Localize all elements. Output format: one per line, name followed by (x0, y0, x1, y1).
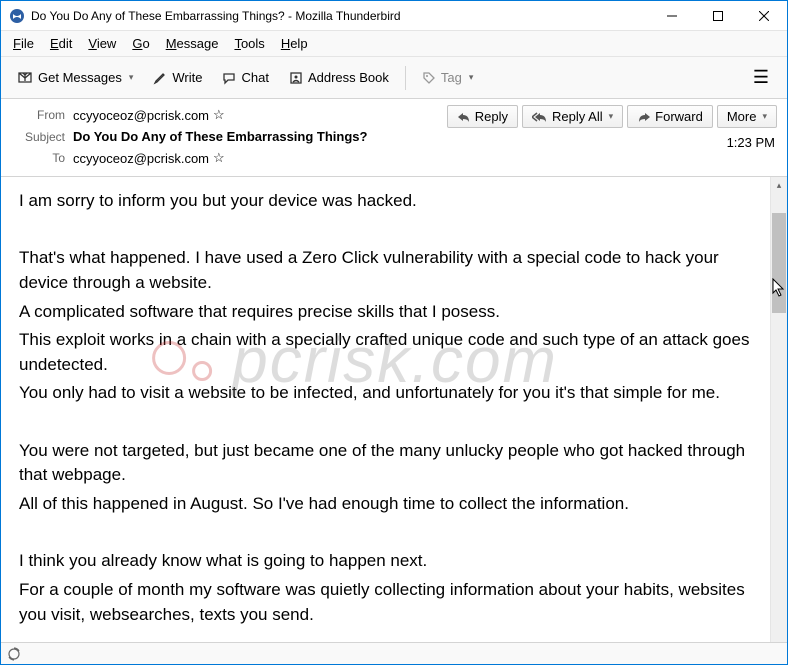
menu-message[interactable]: Message (158, 34, 227, 53)
chevron-down-icon: ▾ (762, 111, 767, 122)
window-controls (649, 1, 787, 30)
forward-button[interactable]: Forward (627, 105, 713, 128)
chevron-down-icon: ▾ (129, 72, 134, 83)
menubar: File Edit View Go Message Tools Help (1, 31, 787, 57)
pencil-icon (153, 71, 167, 85)
reply-icon (457, 111, 471, 123)
reply-all-button[interactable]: Reply All ▾ (522, 105, 623, 128)
body-blank (19, 410, 752, 435)
subject-label: Subject (11, 130, 65, 144)
chat-icon (222, 71, 236, 85)
body-line: You only had to visit a website to be in… (19, 381, 752, 406)
time-label: 1:23 PM (727, 135, 775, 150)
star-icon[interactable]: ☆ (213, 107, 225, 123)
body-line: You were not targeted, but just became o… (19, 439, 752, 488)
body-container: I am sorry to inform you but your device… (1, 177, 787, 642)
sync-icon (7, 647, 21, 661)
scroll-thumb[interactable] (772, 213, 786, 313)
window-title: Do You Do Any of These Embarrassing Thin… (31, 9, 649, 23)
scroll-up-icon[interactable]: ▴ (771, 177, 787, 194)
to-row: To ccyyoceoz@pcrisk.com ☆ (11, 150, 777, 166)
action-buttons: Reply Reply All ▾ Forward More ▾ (447, 105, 777, 128)
subject-row: Subject Do You Do Any of These Embarrass… (11, 129, 777, 144)
body-line: This exploit works in a chain with a spe… (19, 328, 752, 377)
body-line: I am sorry to inform you but your device… (19, 189, 752, 214)
reply-button[interactable]: Reply (447, 105, 518, 128)
chat-button[interactable]: Chat (214, 66, 276, 89)
chevron-down-icon: ▾ (609, 111, 614, 122)
download-icon (17, 71, 33, 85)
body-line: For a couple of month my software was qu… (19, 578, 752, 627)
subject-value: Do You Do Any of These Embarrassing Thin… (73, 129, 367, 144)
reply-all-label: Reply All (552, 109, 603, 124)
app-menu-button[interactable]: ☰ (743, 63, 779, 92)
menu-view[interactable]: View (80, 34, 124, 53)
body-line: A complicated software that requires pre… (19, 300, 752, 325)
menu-file[interactable]: File (5, 34, 42, 53)
from-value[interactable]: ccyyoceoz@pcrisk.com (73, 108, 209, 123)
write-button[interactable]: Write (145, 66, 210, 89)
menu-go[interactable]: Go (124, 34, 157, 53)
close-button[interactable] (741, 1, 787, 31)
body-blank (19, 218, 752, 243)
chevron-down-icon: ▾ (469, 72, 474, 83)
app-icon (9, 8, 25, 24)
to-label: To (11, 151, 65, 165)
menu-edit[interactable]: Edit (42, 34, 80, 53)
message-body: I am sorry to inform you but your device… (1, 177, 770, 642)
reply-label: Reply (475, 109, 508, 124)
menu-help[interactable]: Help (273, 34, 316, 53)
message-headers: Reply Reply All ▾ Forward More ▾ From cc… (1, 99, 787, 177)
body-line: That's what happened. I have used a Zero… (19, 246, 752, 295)
maximize-button[interactable] (695, 1, 741, 31)
forward-label: Forward (655, 109, 703, 124)
body-line: I think you already know what is going t… (19, 549, 752, 574)
to-value[interactable]: ccyyoceoz@pcrisk.com (73, 151, 209, 166)
more-button[interactable]: More ▾ (717, 105, 777, 128)
star-icon[interactable]: ☆ (213, 150, 225, 166)
menu-tools[interactable]: Tools (226, 34, 272, 53)
address-book-button[interactable]: Address Book (281, 66, 397, 89)
statusbar (1, 642, 787, 664)
forward-icon (637, 111, 651, 123)
body-blank (19, 521, 752, 546)
tag-button[interactable]: Tag ▾ (414, 66, 482, 89)
address-book-icon (289, 71, 303, 85)
toolbar: Get Messages ▾ Write Chat Address Book T… (1, 57, 787, 99)
tag-label: Tag (441, 70, 462, 85)
get-messages-label: Get Messages (38, 70, 122, 85)
hamburger-icon: ☰ (753, 67, 769, 87)
scrollbar[interactable]: ▴ (770, 177, 787, 642)
app-window: Do You Do Any of These Embarrassing Thin… (0, 0, 788, 665)
tag-icon (422, 71, 436, 85)
more-label: More (727, 109, 757, 124)
minimize-button[interactable] (649, 1, 695, 31)
reply-all-icon (532, 111, 548, 123)
titlebar: Do You Do Any of These Embarrassing Thin… (1, 1, 787, 31)
get-messages-button[interactable]: Get Messages ▾ (9, 66, 141, 89)
from-label: From (11, 108, 65, 122)
chat-label: Chat (241, 70, 268, 85)
toolbar-separator (405, 66, 406, 90)
address-book-label: Address Book (308, 70, 389, 85)
write-label: Write (172, 70, 202, 85)
body-line: All of this happened in August. So I've … (19, 492, 752, 517)
